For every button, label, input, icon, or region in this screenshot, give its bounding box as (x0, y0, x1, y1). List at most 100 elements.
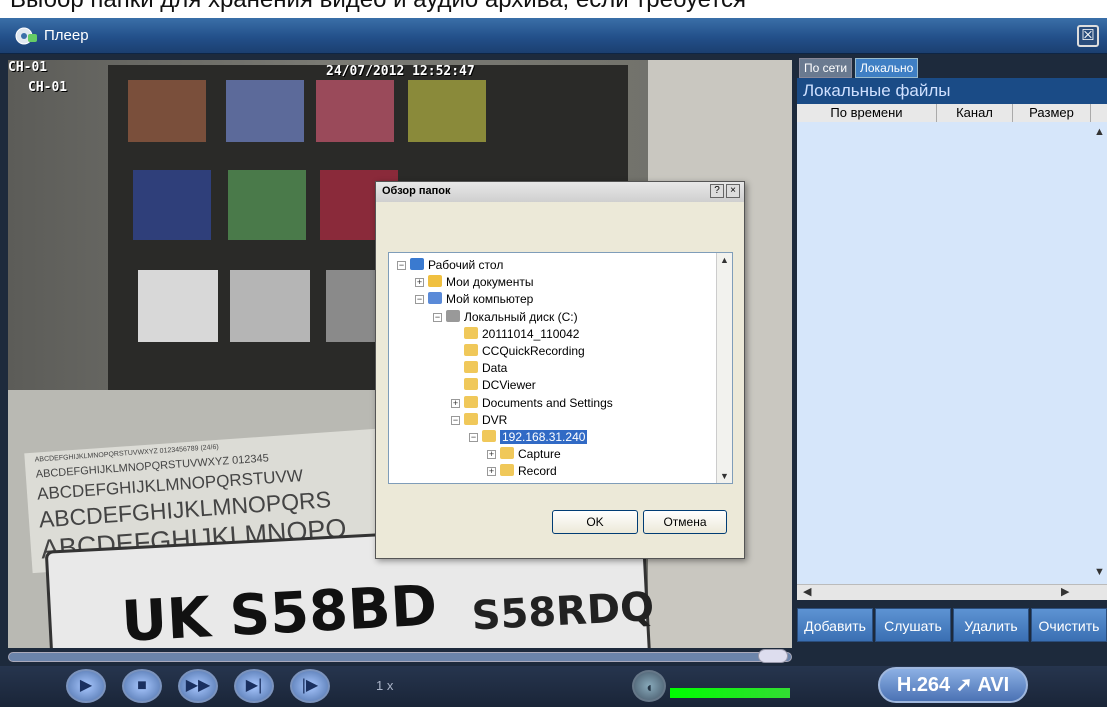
expand-toggle-icon[interactable]: + (487, 450, 496, 460)
folder-tree[interactable]: − Рабочий стол + Мои документы − Мой компьюте… (388, 252, 733, 484)
fast-forward-icon: ▶▶ (185, 677, 211, 694)
scroll-up-icon[interactable]: ▲ (1094, 126, 1105, 138)
tree-item-label: Локальный диск (C:) (464, 309, 578, 324)
folder-icon (464, 395, 478, 408)
expand-toggle-icon[interactable]: + (451, 398, 460, 408)
tree-item[interactable]: + Documents and Settings (451, 395, 613, 412)
stop-icon: ■ (137, 677, 147, 694)
tree-item[interactable]: DCViewer (451, 377, 536, 394)
tree-item-label: Capture (518, 447, 561, 462)
tree-item-label: 192.168.31.240 (500, 430, 588, 444)
tree-item-label: DVR (482, 412, 508, 427)
clear-button[interactable]: Очистить (1031, 608, 1107, 642)
tree-item[interactable]: − 192.168.31.240 (469, 429, 588, 446)
expand-toggle-icon[interactable]: − (469, 433, 478, 442)
plate-text: UK S58BD (119, 573, 439, 648)
playback-controls: ▶ ■ ▶▶ ▶| |▶ 1 x ◖ H.264 ➚ AVI (0, 666, 1107, 707)
column-time[interactable]: По времени (797, 104, 937, 122)
osd-channel-inner: CH-01 (28, 80, 68, 95)
computer-icon (428, 292, 442, 305)
file-list-header: По времени Канал Размер (797, 104, 1107, 122)
expand-toggle-icon[interactable]: − (415, 295, 424, 305)
page-caption: Выбор папки для хранения видео и аудио а… (0, 0, 1107, 12)
tree-scroll-down-icon[interactable]: ▼ (720, 471, 729, 481)
play-button[interactable]: ▶ (66, 669, 106, 703)
tree-item-label: Documents and Settings (482, 395, 613, 410)
tree-item[interactable]: CCQuickRecording (451, 343, 585, 360)
documents-icon (428, 275, 442, 288)
skip-forward-button[interactable]: ▶| (234, 669, 274, 703)
codec-to: AVI (977, 674, 1010, 696)
horizontal-scrollbar[interactable]: ◀ ▶ (797, 584, 1107, 600)
tree-item[interactable]: − Рабочий стол (397, 257, 503, 274)
tree-item-label: Record (518, 464, 557, 479)
expand-toggle-icon[interactable]: − (451, 415, 460, 425)
folder-icon (500, 447, 514, 460)
panel-tabs: По сети Локально (797, 56, 1107, 78)
expand-toggle-icon[interactable]: − (433, 312, 442, 322)
expand-toggle-icon[interactable]: − (397, 261, 406, 270)
folder-icon (464, 412, 478, 425)
tree-item-label: Мои документы (446, 275, 534, 290)
dialog-title: Обзор папок (376, 182, 744, 202)
tree-item[interactable]: Data (451, 360, 507, 377)
desktop-icon (410, 258, 424, 270)
tree-item-label: DCViewer (482, 378, 536, 393)
osd-channel: CH-01 (8, 60, 48, 75)
tree-item[interactable]: + Record (487, 463, 557, 480)
tree-item[interactable]: + Мои документы (415, 274, 533, 291)
file-list[interactable] (797, 122, 1107, 600)
column-size[interactable]: Размер (1013, 104, 1091, 122)
step-frame-button[interactable]: |▶ (290, 669, 330, 703)
plate-text-2: S58RDQ (470, 584, 656, 640)
speed-label: 1 x (376, 678, 394, 693)
expand-toggle-icon[interactable]: + (415, 278, 424, 288)
seek-handle[interactable] (758, 649, 788, 663)
tree-scroll-up-icon[interactable]: ▲ (720, 255, 729, 265)
scroll-right-icon[interactable]: ▶ (1061, 585, 1069, 598)
speaker-icon: ◖ (644, 679, 654, 695)
ok-button[interactable]: OK (552, 510, 638, 534)
fast-forward-button[interactable]: ▶▶ (178, 669, 218, 703)
listen-button[interactable]: Слушать (875, 608, 951, 642)
vertical-scrollbar[interactable]: ▲ ▼ (1091, 122, 1107, 584)
tree-item[interactable]: − Локальный диск (C:) (433, 309, 578, 326)
codec-from: H.264 (896, 674, 951, 696)
dialog-title-buttons: ? × (710, 184, 740, 198)
scroll-down-icon[interactable]: ▼ (1094, 566, 1105, 578)
cancel-button[interactable]: Отмена (643, 510, 727, 534)
tree-scrollbar[interactable]: ▲ ▼ (716, 253, 732, 483)
browse-folder-dialog: Обзор папок ? × − Рабочий стол + Мои докуме… (375, 181, 745, 559)
tree-item[interactable]: 20111014_110042 (451, 326, 579, 343)
panel-heading: Локальные файлы (797, 78, 1107, 104)
folder-icon (464, 326, 478, 339)
tree-item[interactable]: − Мой компьютер (415, 291, 533, 308)
player-app-icon (15, 27, 37, 45)
tab-network[interactable]: По сети (799, 58, 853, 78)
tree-item-label: 20111014_110042 (482, 326, 580, 341)
skip-forward-icon: ▶| (245, 677, 263, 694)
help-button[interactable]: ? (710, 184, 724, 198)
folder-icon (500, 464, 514, 477)
tab-local[interactable]: Локально (855, 58, 919, 78)
expand-toggle-icon[interactable]: + (487, 467, 496, 477)
stop-button[interactable]: ■ (122, 669, 162, 703)
title-bar: Плеер ☒ (0, 18, 1107, 54)
scroll-left-icon[interactable]: ◀ (803, 585, 811, 598)
volume-slider[interactable] (670, 688, 790, 698)
add-button[interactable]: Добавить (797, 608, 873, 642)
osd-timestamp: 24/07/2012 12:52:47 (326, 64, 475, 79)
tree-item[interactable]: + Capture (487, 446, 561, 463)
column-channel[interactable]: Канал (937, 104, 1013, 122)
volume-button[interactable]: ◖ (632, 670, 666, 702)
play-icon: ▶ (79, 677, 93, 694)
seek-bar[interactable] (8, 652, 792, 662)
convert-h264-avi-button[interactable]: H.264 ➚ AVI (878, 667, 1028, 703)
delete-button[interactable]: Удалить (953, 608, 1029, 642)
close-button[interactable]: ☒ (1077, 25, 1099, 47)
tree-item[interactable]: − DVR (451, 412, 507, 429)
folder-icon (482, 430, 496, 442)
disk-icon (446, 309, 460, 322)
dialog-close-button[interactable]: × (726, 184, 740, 198)
convert-arrow-icon: ➚ (955, 674, 978, 696)
